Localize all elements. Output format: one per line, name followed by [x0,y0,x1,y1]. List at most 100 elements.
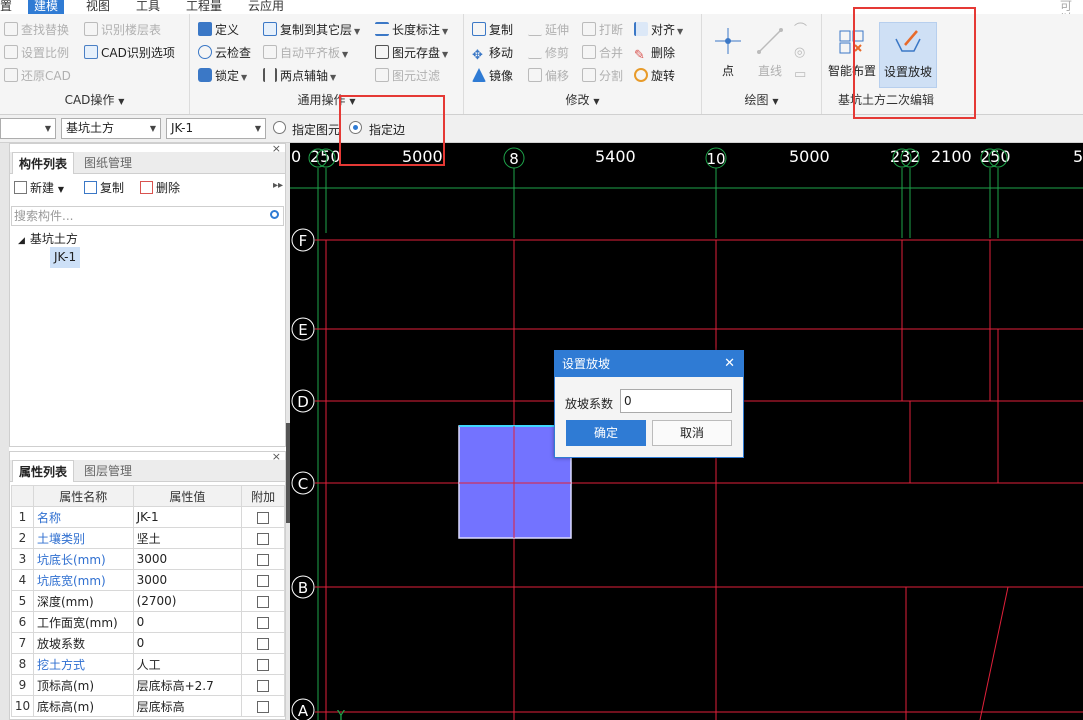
type-combo[interactable]: 基坑土方 ▼ [61,118,161,139]
property-value[interactable]: 3000 [132,569,243,591]
circle-icon: ◎ [794,45,806,60]
ribbon-group-label-modify[interactable]: 修改 ▼ [464,91,701,108]
set-scale-button[interactable]: 设置比例 [4,43,69,63]
break-button[interactable]: 打断 [582,20,623,40]
attach-checkbox[interactable] [257,595,270,608]
ribbon-group-label-cad[interactable]: CAD操作 ▼ [0,91,189,108]
attach-checkbox[interactable] [257,679,270,692]
attach-checkbox[interactable] [257,553,270,566]
ribbon-group-label-draw[interactable]: 绘图 ▼ [702,91,821,108]
copy-button[interactable]: 复制 [472,20,513,40]
table-row[interactable]: 5 深度(mm) (2700) [11,590,285,612]
length-dimension-button[interactable]: 长度标注 ▼ [375,20,448,40]
attach-checkbox[interactable] [257,700,270,713]
ok-button[interactable]: 确定 [566,420,646,446]
delete-component-button[interactable]: 删除 [140,179,180,197]
menu-item-view[interactable]: 视图 [86,0,110,14]
property-value[interactable]: 坚土 [132,527,243,549]
floor-combo[interactable]: ▼ [0,118,56,139]
table-row[interactable]: 1 名称 JK-1 [11,506,285,528]
tab-property-list[interactable]: 属性列表 [12,460,75,482]
slope-coefficient-input[interactable]: 0 [620,389,732,413]
set-slope-button[interactable]: 设置放坡 [879,22,937,88]
close-icon[interactable]: ✕ [724,351,735,377]
delete-button[interactable]: ✎ 删除 [634,43,675,63]
smart-layout-button[interactable]: 智能布置 [826,22,878,88]
copy-component-button[interactable]: 复制 [84,179,124,197]
tab-layer-manager[interactable]: 图层管理 [78,460,138,482]
attach-checkbox[interactable] [257,532,270,545]
split-button[interactable]: 分割 [582,66,623,86]
property-value[interactable]: 层底标高+2.7 [132,674,243,696]
mirror-button[interactable]: 镜像 [472,66,513,86]
tab-component-list[interactable]: 构件列表 [12,152,75,174]
copy-to-floor-button[interactable]: 复制到其它层 ▼ [263,20,360,40]
draw-line-button[interactable]: 直线 [750,22,790,88]
table-row[interactable]: 6 工作面宽(mm) 0 [11,611,285,633]
attach-cell [241,653,285,675]
axis-label-F: F [299,232,308,250]
property-value[interactable]: 人工 [132,653,243,675]
draw-point-button[interactable]: 点 [708,22,748,88]
attach-checkbox[interactable] [257,574,270,587]
property-name: 放坡系数 [32,632,134,654]
cloud-check-button[interactable]: 云检查 [198,43,251,63]
table-row[interactable]: 10 底标高(m) 层底标高 [11,695,285,717]
find-replace-button[interactable]: 查找替换 [4,20,69,40]
table-row[interactable]: 4 坑底宽(mm) 3000 [11,569,285,591]
specify-edge-radio[interactable] [349,121,362,134]
auto-align-slab-button[interactable]: 自动平齐板 ▼ [263,43,348,63]
tab-drawing-manager[interactable]: 图纸管理 [78,152,138,174]
menu-item-cloud[interactable]: 云应用 [248,0,284,14]
define-button[interactable]: 定义 [198,20,239,40]
property-value[interactable]: 0 [132,611,243,633]
align-button[interactable]: 对齐 ▼ [634,20,683,40]
merge-button[interactable]: 合并 [582,43,623,63]
property-value[interactable]: 层底标高 [132,695,243,717]
component-search-input[interactable]: 搜索构件... [11,206,284,226]
attach-checkbox[interactable] [257,616,270,629]
axis-label-D: D [297,393,309,411]
table-row[interactable]: 2 土壤类别 坚土 [11,527,285,549]
ribbon-group-label-general[interactable]: 通用操作 ▼ [190,91,463,108]
table-row[interactable]: 9 顶标高(m) 层底标高+2.7 [11,674,285,696]
element-filter-button[interactable]: 图元过滤 [375,66,440,86]
property-value[interactable]: (2700) [132,590,243,612]
property-value[interactable]: JK-1 [132,506,243,528]
save-element-button[interactable]: 图元存盘 ▼ [375,43,448,63]
attach-checkbox[interactable] [257,658,270,671]
menu-item-tools[interactable]: 工具 [136,0,160,14]
attach-checkbox[interactable] [257,511,270,524]
cancel-button[interactable]: 取消 [652,420,732,446]
table-row[interactable]: 8 挖土方式 人工 [11,653,285,675]
attach-checkbox[interactable] [257,637,270,650]
property-value[interactable]: 3000 [132,548,243,570]
table-row[interactable]: 7 放坡系数 0 [11,632,285,654]
tree-node-jk-1[interactable]: JK-1 [50,247,81,268]
move-button[interactable]: ✥ 移动 [472,43,513,63]
cad-icon [84,45,98,59]
new-component-button[interactable]: 新建 ▼ [14,179,64,199]
set-slope-dialog: 设置放坡 ✕ 放坡系数 0 确定 取消 [554,350,744,458]
offset-button[interactable]: 偏移 [528,66,569,86]
extend-button[interactable]: 延伸 [528,20,569,40]
restore-icon [4,68,18,82]
table-row[interactable]: 3 坑底长(mm) 3000 [11,548,285,570]
two-point-axis-button[interactable]: 两点辅轴 ▼ [263,66,336,86]
cad-options-button[interactable]: CAD识别选项 [84,43,175,63]
dialog-titlebar[interactable]: 设置放坡 ✕ [555,351,743,377]
lock-button[interactable]: 锁定 ▼ [198,66,247,86]
restore-cad-button[interactable]: 还原CAD [4,66,71,86]
identify-floor-table-button[interactable]: 识别楼层表 [84,20,161,40]
component-combo[interactable]: JK-1 ▼ [166,118,266,139]
trim-button[interactable]: 修剪 [528,43,569,63]
ribbon: 查找替换 识别楼层表 设置比例 CAD识别选项 还原CAD CAD操作 ▼ 定义… [0,14,1083,115]
menu-item-quantity[interactable]: 工程量 [186,0,222,14]
property-value[interactable]: 0 [132,632,243,654]
copy-icon [472,22,486,36]
rotate-button[interactable]: 旋转 [634,66,675,86]
specify-element-radio[interactable] [273,121,286,134]
menu-item-modeling[interactable]: 建模 [28,0,65,14]
more-icon[interactable]: ▸▸ [273,180,283,191]
menu-item-settings[interactable]: 置 [0,0,12,14]
